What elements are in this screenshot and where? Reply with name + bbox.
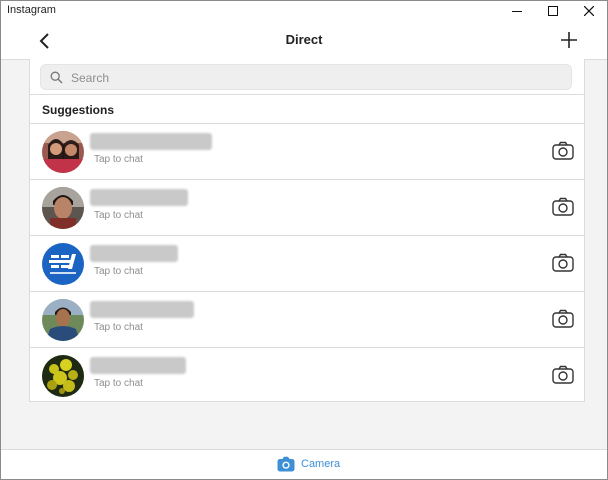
camera-icon — [552, 365, 574, 384]
contact-name-redacted — [90, 189, 188, 206]
camera-icon — [277, 456, 295, 472]
avatar — [42, 299, 84, 341]
camera-label: Camera — [301, 458, 341, 470]
contact-name-redacted — [90, 301, 194, 318]
camera-icon — [552, 197, 574, 216]
avatar — [42, 243, 84, 285]
list-item[interactable]: Tap to chat — [30, 348, 584, 403]
maximize-button[interactable] — [535, 1, 571, 21]
direct-panel: Suggestions Tap to chat — [29, 59, 585, 402]
camera-button[interactable] — [552, 309, 574, 329]
minimize-button[interactable] — [499, 1, 535, 21]
avatar — [42, 355, 84, 397]
search-box[interactable] — [40, 64, 572, 90]
camera-icon — [552, 253, 574, 272]
contact-name-redacted — [90, 245, 178, 262]
camera-button[interactable] — [552, 253, 574, 273]
contact-subtitle: Tap to chat — [94, 322, 143, 333]
maximize-icon — [548, 6, 558, 16]
list-item[interactable]: Tap to chat — [30, 236, 584, 292]
suggestions-heading: Suggestions — [30, 95, 584, 124]
contact-subtitle: Tap to chat — [94, 378, 143, 389]
list-item[interactable]: Tap to chat — [30, 124, 584, 180]
list-item[interactable]: Tap to chat — [30, 292, 584, 348]
camera-tab-button[interactable]: Camera — [277, 456, 340, 472]
search-icon — [50, 71, 63, 84]
plus-icon — [561, 32, 577, 48]
avatar — [42, 187, 84, 229]
close-button[interactable] — [571, 1, 607, 21]
bottom-bar: Camera — [1, 449, 607, 479]
app-window: Instagram Direct Suggestions — [0, 0, 608, 480]
contact-name-redacted — [90, 357, 186, 374]
camera-button[interactable] — [552, 365, 574, 385]
camera-icon — [552, 141, 574, 160]
search-bar — [30, 59, 584, 95]
page-title: Direct — [285, 32, 323, 47]
camera-button[interactable] — [552, 197, 574, 217]
camera-button[interactable] — [552, 141, 574, 161]
contact-name-redacted — [90, 133, 212, 150]
window-title: Instagram — [7, 4, 56, 16]
title-bar: Instagram — [1, 1, 607, 21]
search-input[interactable] — [69, 68, 553, 88]
contact-subtitle: Tap to chat — [94, 210, 143, 221]
minimize-icon — [512, 10, 522, 12]
avatar — [42, 131, 84, 173]
contact-subtitle: Tap to chat — [94, 266, 143, 277]
new-message-button[interactable] — [559, 30, 579, 50]
app-header: Direct — [1, 21, 607, 60]
close-icon — [584, 6, 594, 16]
contact-subtitle: Tap to chat — [94, 154, 143, 165]
list-item[interactable]: Tap to chat — [30, 180, 584, 236]
camera-icon — [552, 309, 574, 328]
